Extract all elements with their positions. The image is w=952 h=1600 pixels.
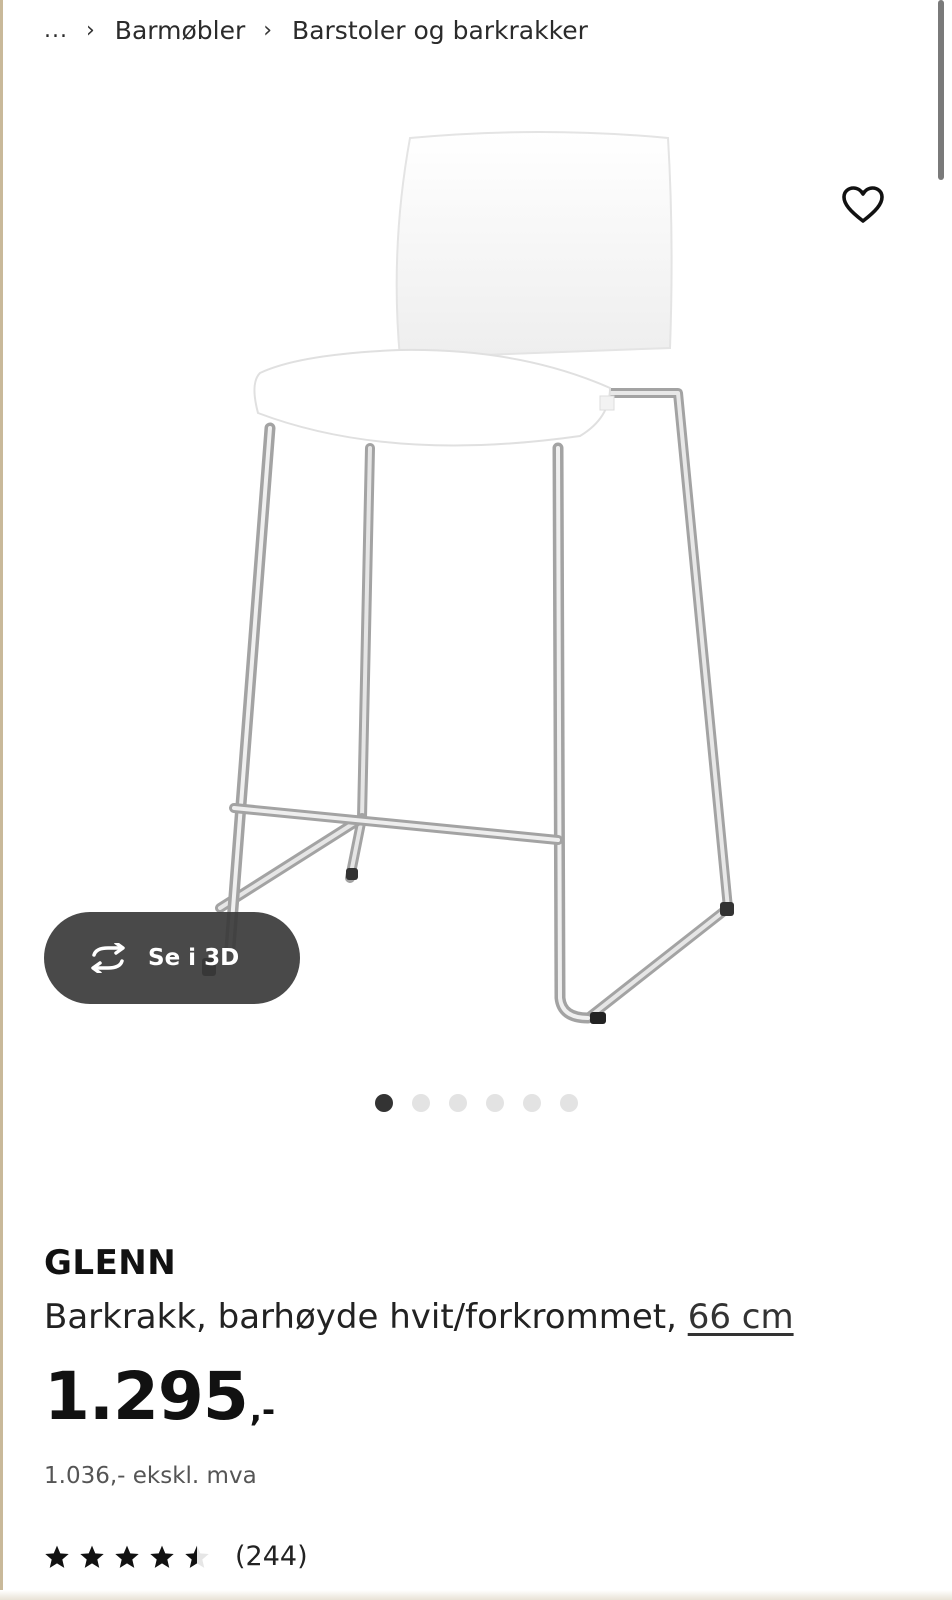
see-in-3d-button[interactable]: Se i 3D (44, 912, 300, 1004)
window-frame-edge (0, 0, 3, 1600)
chevron-right-icon: › (85, 18, 95, 43)
product-name: GLENN (44, 1243, 177, 1283)
gallery-dot-4[interactable] (486, 1094, 504, 1112)
gallery-dot-6[interactable] (560, 1094, 578, 1112)
breadcrumb-item-barstoler[interactable]: Barstoler og barkrakker (292, 16, 588, 45)
heart-outline-icon (842, 186, 884, 223)
gallery-dot-3[interactable] (449, 1094, 467, 1112)
breadcrumb: ... › Barmøbler › Barstoler og barkrakke… (44, 16, 588, 45)
price-amount: 1.295 (44, 1358, 249, 1435)
price-excl-vat: 1.036,- ekskl. mva (44, 1463, 257, 1489)
product-image[interactable] (190, 118, 790, 1058)
rating-stars (44, 1544, 219, 1570)
star-icon (115, 1545, 139, 1568)
product-price: 1.295 ,- (44, 1364, 275, 1430)
product-description: Barkrakk, barhøyde hvit/forkrommet, 66 c… (44, 1297, 794, 1337)
scrollbar[interactable] (938, 0, 944, 180)
size-link[interactable]: 66 cm (688, 1297, 794, 1337)
star-icon (80, 1545, 104, 1568)
favorite-button[interactable] (836, 178, 890, 232)
see-in-3d-label: Se i 3D (148, 945, 240, 971)
star-icon (150, 1545, 174, 1568)
star-icon (45, 1545, 69, 1568)
product-rating[interactable]: (244) (44, 1541, 308, 1572)
chevron-right-icon: › (263, 18, 273, 43)
rotate-arrows-icon (91, 943, 125, 973)
gallery-pagination (375, 1094, 597, 1112)
star-icon (185, 1545, 209, 1568)
window-frame-bottom (0, 1590, 952, 1600)
breadcrumb-item-barmobler[interactable]: Barmøbler (115, 16, 245, 45)
price-suffix: ,- (249, 1391, 276, 1429)
product-description-text: Barkrakk, barhøyde hvit/forkrommet, (44, 1297, 677, 1337)
breadcrumb-ellipsis[interactable]: ... (44, 18, 68, 43)
gallery-dot-2[interactable] (412, 1094, 430, 1112)
product-page: ... › Barmøbler › Barstoler og barkrakke… (0, 0, 952, 1600)
gallery-dot-1[interactable] (375, 1094, 393, 1112)
gallery-dot-5[interactable] (523, 1094, 541, 1112)
review-count: (244) (235, 1541, 308, 1572)
